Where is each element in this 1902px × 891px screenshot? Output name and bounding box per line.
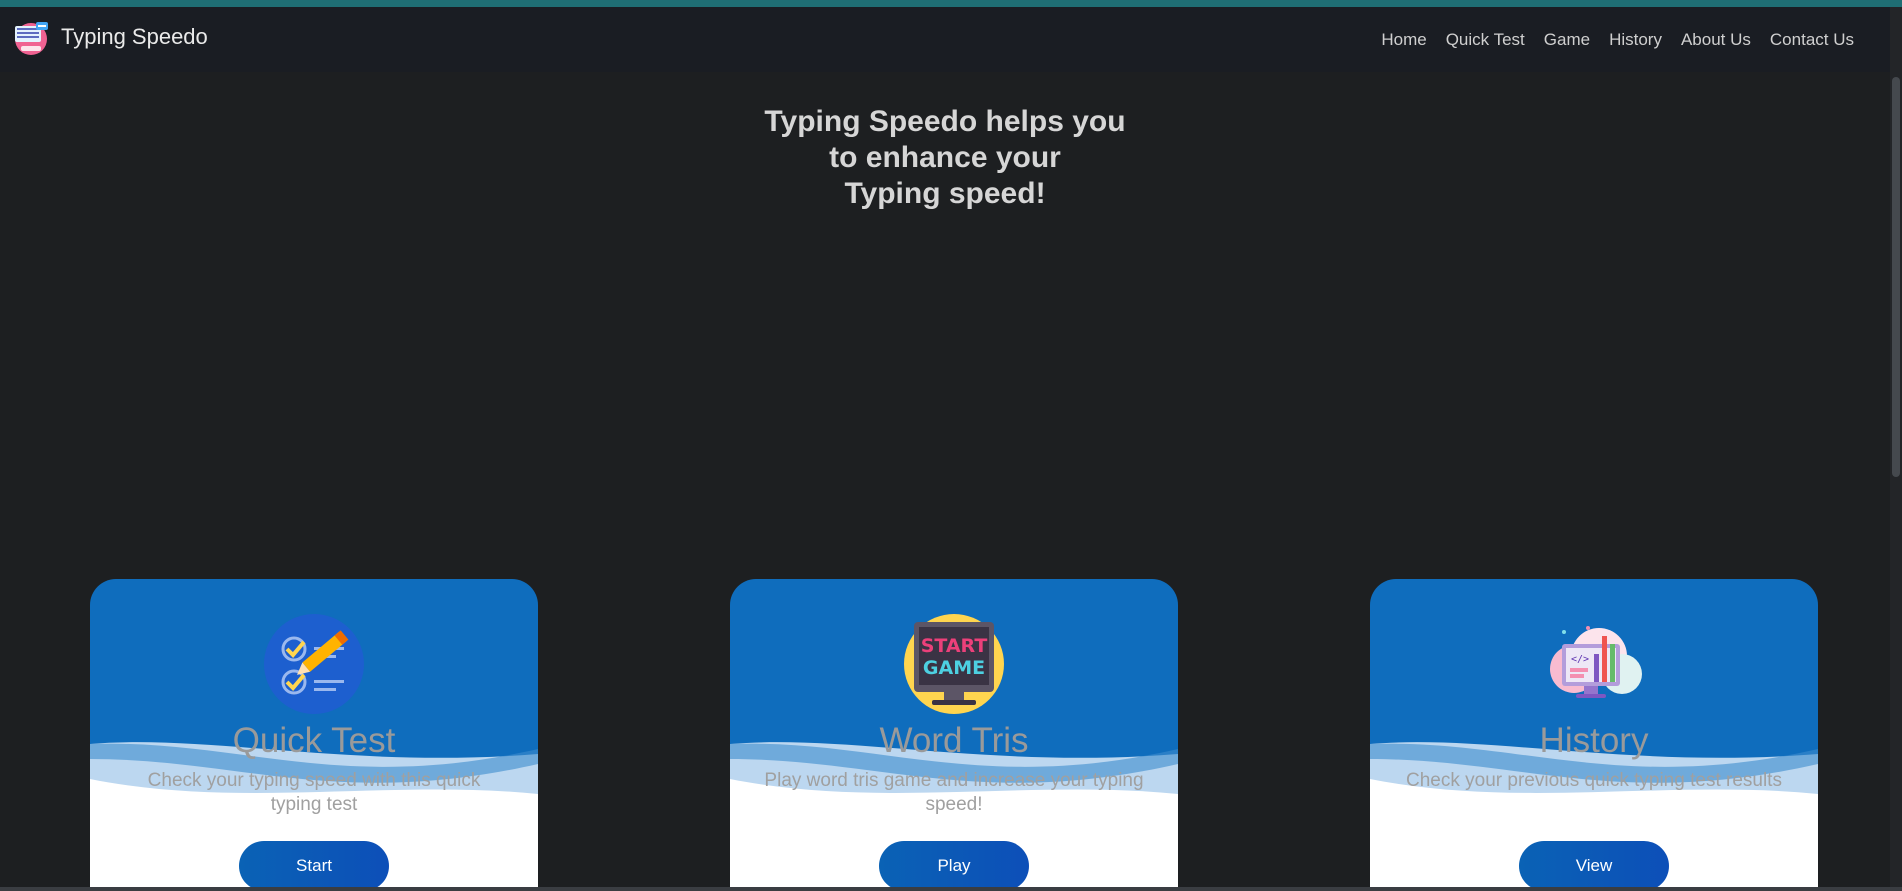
scrollbar-thumb[interactable] bbox=[1892, 77, 1900, 477]
card-description: Check your typing speed with this quick … bbox=[147, 770, 481, 815]
nav-game[interactable]: Game bbox=[1544, 30, 1590, 50]
game-text: GAME bbox=[923, 657, 985, 679]
nav-quick-test[interactable]: Quick Test bbox=[1446, 30, 1525, 50]
keyboard-logo-icon bbox=[15, 22, 48, 55]
navbar: Typing Speedo Home Quick Test Game Histo… bbox=[0, 7, 1890, 72]
card-word-tris: START GAME Word Tris Play word tris game… bbox=[730, 579, 1178, 891]
nav-about-us[interactable]: About Us bbox=[1681, 30, 1751, 50]
start-game-monitor-icon: START GAME bbox=[904, 614, 1004, 714]
hero-line-1: Typing Speedo helps you bbox=[764, 105, 1126, 138]
play-button[interactable]: Play bbox=[879, 841, 1029, 891]
card-history: </> History Check your previous quick ty… bbox=[1370, 579, 1818, 891]
top-accent-bar bbox=[0, 0, 1902, 7]
bottom-border bbox=[0, 887, 1902, 891]
nav-home[interactable]: Home bbox=[1381, 30, 1426, 50]
nav-contact-us[interactable]: Contact Us bbox=[1770, 30, 1854, 50]
view-button[interactable]: View bbox=[1519, 841, 1669, 891]
code-glyph: </> bbox=[1571, 654, 1589, 665]
card-description: Check your previous quick typing test re… bbox=[1406, 770, 1782, 791]
brand[interactable]: Typing Speedo bbox=[12, 18, 208, 56]
start-button[interactable]: Start bbox=[239, 841, 389, 891]
hero-heading: Typing Speedo helps you to enhance your … bbox=[0, 104, 1890, 212]
card-description: Play word tris game and increase your ty… bbox=[764, 770, 1144, 815]
card-title: History bbox=[1539, 721, 1649, 760]
checklist-pencil-icon bbox=[264, 614, 364, 714]
start-text: START bbox=[921, 635, 988, 657]
hero-line-3: Typing speed! bbox=[844, 177, 1046, 210]
card-title: Quick Test bbox=[232, 721, 396, 760]
nav-links: Home Quick Test Game History About Us Co… bbox=[1381, 30, 1854, 50]
brand-name: Typing Speedo bbox=[61, 24, 208, 49]
card-quick-test: Quick Test Check your typing speed with … bbox=[90, 579, 538, 891]
scrollbar[interactable] bbox=[1890, 7, 1902, 887]
card-title: Word Tris bbox=[879, 721, 1029, 760]
nav-history[interactable]: History bbox=[1609, 30, 1662, 50]
hero-line-2: to enhance your bbox=[829, 141, 1061, 174]
analytics-cloud-icon: </> bbox=[1550, 626, 1642, 698]
